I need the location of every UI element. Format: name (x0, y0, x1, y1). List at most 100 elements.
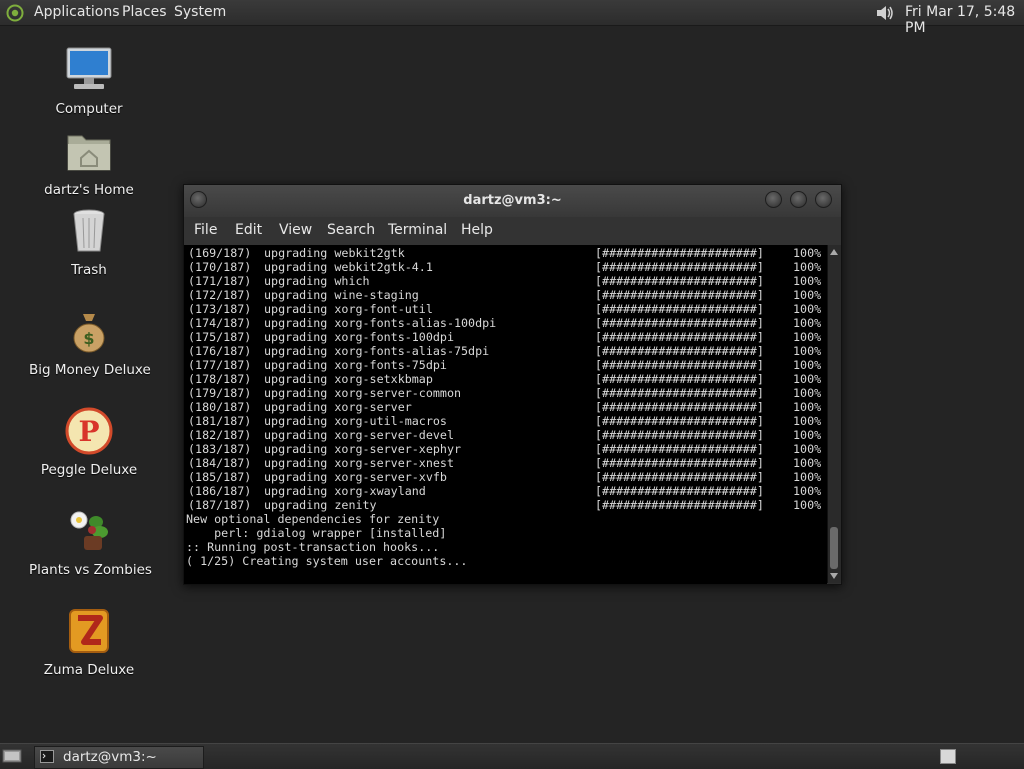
package-step: (171/187) (188, 274, 252, 288)
package-step: (177/187) (188, 358, 252, 372)
package-action: upgrading xorg-fonts-alias-75dpi (264, 344, 490, 358)
window-titlebar[interactable]: dartz@vm3:~ (184, 185, 841, 217)
package-action: upgrading webkit2gtk-4.1 (264, 260, 433, 274)
progress-bar: [######################] (595, 442, 764, 456)
menu-view[interactable]: View (279, 222, 312, 238)
maximize-button[interactable] (790, 191, 807, 208)
terminal-line: (186/187) upgrading xorg-xwayland [#######… (184, 484, 827, 498)
package-step: (170/187) (188, 260, 252, 274)
terminal-scrollbar[interactable] (827, 245, 841, 583)
money-bag-icon: $ (73, 314, 105, 353)
system-menu[interactable]: System (174, 4, 226, 20)
progress-percent: 100% (793, 260, 822, 274)
package-action: upgrading xorg-server-common (264, 386, 462, 400)
package-step: (184/187) (188, 456, 252, 470)
package-action: upgrading xorg-server-devel (264, 428, 454, 442)
desktop-icon-computer[interactable]: Computer (29, 45, 149, 117)
taskbar-item-label: dartz@vm3:~ (63, 749, 157, 765)
package-step: (182/187) (188, 428, 252, 442)
terminal-text: New optional dependencies for zenity (186, 512, 440, 526)
progress-percent: 100% (793, 400, 822, 414)
package-action: upgrading xorg-fonts-100dpi (264, 330, 454, 344)
terminal-line: (187/187) upgrading zenity [##############… (184, 498, 827, 512)
bottom-panel: dartz@vm3:~ (0, 743, 1024, 769)
terminal-text: ( 1/25) Creating system user accounts... (186, 554, 468, 568)
progress-bar: [######################] (595, 358, 764, 372)
package-step: (185/187) (188, 470, 252, 484)
package-step: (169/187) (188, 246, 252, 260)
clock[interactable]: Fri Mar 17, 5:48 PM (905, 4, 1024, 36)
menu-terminal[interactable]: Terminal (388, 222, 447, 238)
terminal-text: :: Running post-transaction hooks... (186, 540, 440, 554)
close-button[interactable] (815, 191, 832, 208)
package-action: upgrading xorg-fonts-75dpi (264, 358, 447, 372)
desktop-icon-label: Plants vs Zombies (29, 562, 152, 578)
desktop-icon-label: Computer (55, 101, 123, 117)
terminal-line: ( 1/25) Creating system user accounts... (184, 554, 827, 568)
desktop-icon-label: Trash (71, 262, 107, 278)
menu-edit[interactable]: Edit (235, 222, 262, 238)
progress-percent: 100% (793, 372, 822, 386)
svg-text:$: $ (83, 329, 94, 348)
package-action: upgrading wine-staging (264, 288, 419, 302)
desktop-icon-label: Peggle Deluxe (40, 462, 138, 478)
show-desktop-icon[interactable] (2, 748, 22, 764)
menu-help[interactable]: Help (461, 222, 493, 238)
progress-bar: [######################] (595, 344, 764, 358)
scroll-up-arrow-icon[interactable] (830, 249, 838, 255)
terminal-line: (174/187) upgrading xorg-fonts-alias-100d… (184, 316, 827, 330)
progress-percent: 100% (793, 246, 822, 260)
scrollbar-thumb[interactable] (830, 527, 838, 569)
places-menu[interactable]: Places (122, 4, 167, 20)
progress-bar: [######################] (595, 400, 764, 414)
taskbar-item-terminal[interactable]: dartz@vm3:~ (34, 746, 204, 769)
applications-menu[interactable]: Applications (34, 4, 120, 20)
home-folder-icon (67, 135, 111, 171)
progress-percent: 100% (793, 288, 822, 302)
progress-percent: 100% (793, 316, 822, 330)
menu-search[interactable]: Search (327, 222, 375, 238)
terminal-line: (182/187) upgrading xorg-server-devel [###… (184, 428, 827, 442)
terminal-line: (172/187) upgrading wine-staging [########… (184, 288, 827, 302)
package-action: upgrading xorg-server-xnest (264, 456, 454, 470)
svg-text:P: P (78, 415, 99, 448)
package-action: upgrading xorg-fonts-alias-100dpi (264, 316, 497, 330)
desktop-icon-peggle[interactable]: P Peggle Deluxe (29, 406, 149, 478)
desktop-icon-big-money[interactable]: $ Big Money Deluxe (29, 306, 151, 378)
workspace-switcher[interactable] (940, 749, 956, 764)
minimize-button[interactable] (765, 191, 782, 208)
terminal-line: (184/187) upgrading xorg-server-xnest [###… (184, 456, 827, 470)
progress-bar: [######################] (595, 372, 764, 386)
desktop-icon-trash[interactable]: Trash (29, 206, 149, 278)
menu-file[interactable]: File (194, 222, 217, 238)
package-step: (180/187) (188, 400, 252, 414)
progress-percent: 100% (793, 302, 822, 316)
progress-percent: 100% (793, 274, 822, 288)
terminal-line: (178/187) upgrading xorg-setxkbmap [######… (184, 372, 827, 386)
desktop-icon-zuma[interactable]: Zuma Deluxe (29, 606, 149, 678)
package-step: (178/187) (188, 372, 252, 386)
progress-percent: 100% (793, 344, 822, 358)
scroll-down-arrow-icon[interactable] (830, 573, 838, 579)
progress-bar: [######################] (595, 260, 764, 274)
terminal-output[interactable]: (169/187) upgrading webkit2gtk [##########… (184, 245, 827, 584)
terminal-line: (183/187) upgrading xorg-server-xephyr [##… (184, 442, 827, 456)
plants-vs-zombies-icon (70, 511, 108, 550)
distro-logo-icon[interactable] (6, 4, 24, 22)
desktop-icon-home[interactable]: dartz's Home (29, 126, 149, 198)
progress-percent: 100% (793, 428, 822, 442)
package-action: upgrading xorg-server (264, 400, 412, 414)
package-action: upgrading webkit2gtk (264, 246, 405, 260)
volume-icon[interactable] (874, 3, 896, 23)
desktop-icon-label: Zuma Deluxe (43, 662, 135, 678)
package-action: upgrading xorg-xwayland (264, 484, 426, 498)
desktop-icon-plants-vs-zombies[interactable]: Plants vs Zombies (29, 506, 152, 578)
progress-percent: 100% (793, 484, 822, 498)
package-action: upgrading xorg-font-util (264, 302, 433, 316)
trash-icon (73, 209, 105, 252)
terminal-line: (175/187) upgrading xorg-fonts-100dpi [###… (184, 330, 827, 344)
terminal-menubar: File Edit View Search Terminal Help (184, 217, 841, 245)
terminal-window[interactable]: dartz@vm3:~ File Edit View Search Termin… (183, 184, 842, 585)
desktop-icon-label: Big Money Deluxe (29, 362, 151, 378)
package-action: upgrading xorg-setxkbmap (264, 372, 433, 386)
